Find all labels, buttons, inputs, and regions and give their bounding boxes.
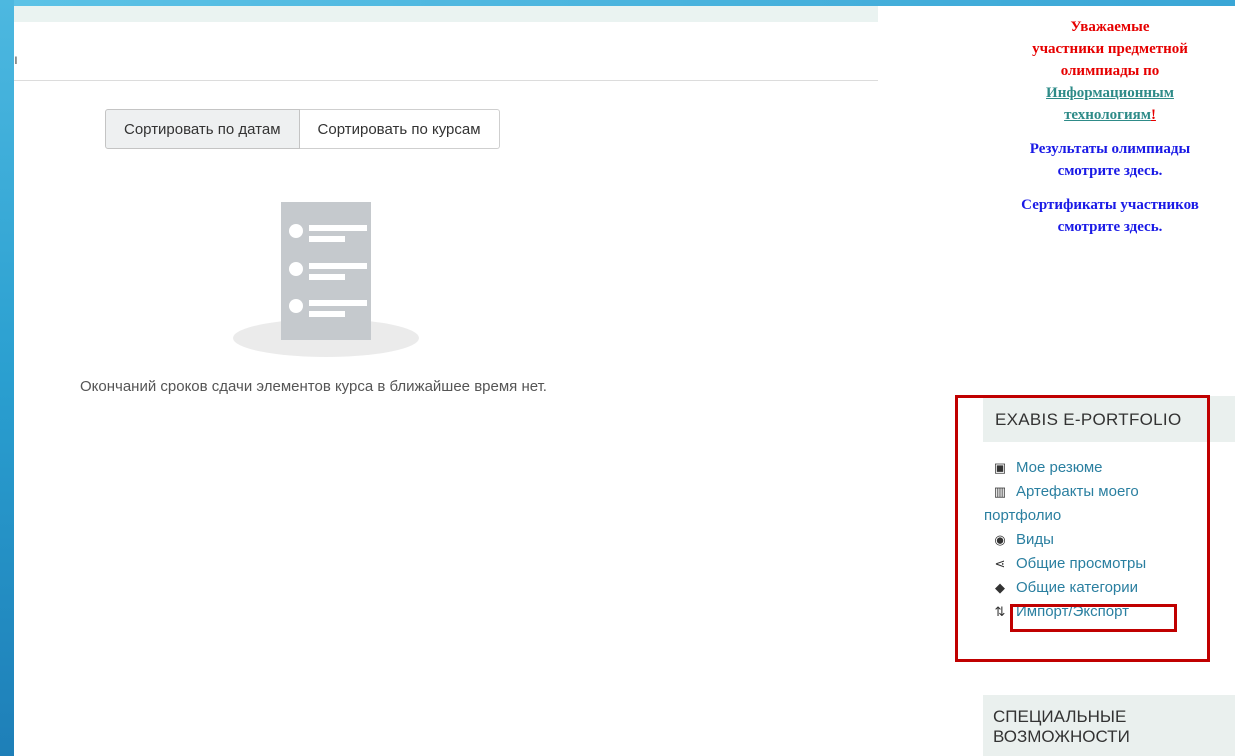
main-header-strip	[14, 6, 878, 22]
portfolio-menu: ▣ Мое резюме ▥ Артефакты моего портфолио ◉…	[984, 456, 1194, 624]
certificates-line-1: Сертификаты участников	[1021, 197, 1199, 213]
truncated-heading-text: ı	[14, 51, 18, 67]
olympiad-link-line-2[interactable]: технологиям	[1064, 107, 1151, 123]
empty-list-illustration-icon	[233, 202, 419, 357]
accessibility-block-title: СПЕЦИАЛЬНЫЕ ВОЗМОЖНОСТИ	[983, 695, 1235, 756]
sort-by-courses-button[interactable]: Сортировать по курсам	[299, 109, 500, 149]
announcement-line-1: Уважаемые	[1070, 19, 1150, 35]
menu-item-shared-views[interactable]: ⋖ Общие просмотры	[984, 552, 1194, 576]
menu-item-views[interactable]: ◉ Виды	[984, 528, 1194, 552]
artifacts-icon: ▥	[993, 484, 1007, 499]
menu-item-artifacts[interactable]: ▥ Артефакты моего портфолио	[984, 480, 1194, 528]
results-link[interactable]: Результаты олимпиады смотрите здесь.	[985, 138, 1235, 182]
results-line-1: Результаты олимпиады	[1029, 141, 1191, 157]
certificates-link[interactable]: Сертификаты участников смотрите здесь.	[985, 194, 1235, 238]
olympiad-announcement: Уважаемые участники предметной олимпиады…	[985, 16, 1235, 238]
announcement-line-3: олимпиады по	[1060, 63, 1160, 79]
menu-item-resume[interactable]: ▣ Мое резюме	[984, 456, 1194, 480]
slide-edge-bar	[0, 0, 14, 756]
sort-toggle-group: Сортировать по датам Сортировать по курс…	[105, 109, 500, 149]
announcement-line-2: участники предметной	[1032, 41, 1188, 57]
accessibility-title-line-2: ВОЗМОЖНОСТИ	[993, 727, 1130, 746]
import-export-icon: ⇅	[994, 604, 1006, 619]
tags-icon: ◆	[995, 580, 1005, 595]
sort-by-dates-button[interactable]: Сортировать по датам	[105, 109, 300, 149]
menu-item-import-export[interactable]: ⇅ Импорт/Экспорт	[984, 600, 1194, 624]
certificates-line-2: смотрите здесь.	[1057, 219, 1163, 235]
results-line-2: смотрите здесь.	[1057, 163, 1163, 179]
no-deadlines-message: Окончаний сроков сдачи элементов курса в…	[80, 378, 547, 395]
share-icon: ⋖	[994, 556, 1006, 571]
accessibility-title-line-1: СПЕЦИАЛЬНЫЕ	[993, 707, 1127, 726]
portfolio-block-title: EXABIS E-PORTFOLIO	[983, 396, 1235, 442]
resume-icon: ▣	[993, 460, 1007, 475]
exclamation-mark: !	[1150, 107, 1156, 123]
olympiad-link-line-1[interactable]: Информационным	[1046, 85, 1174, 101]
main-divider	[14, 80, 878, 81]
menu-item-shared-categories[interactable]: ◆ Общие категории	[984, 576, 1194, 600]
eye-icon: ◉	[994, 532, 1006, 547]
